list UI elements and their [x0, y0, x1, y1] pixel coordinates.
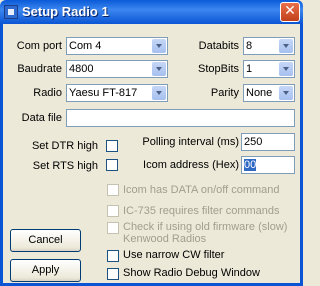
radio-select[interactable]: Yaesu FT-817	[66, 84, 168, 102]
radio-value: Yaesu FT-817	[69, 87, 138, 99]
com-port-value: Com 4	[69, 40, 102, 52]
dtr-label: Set DTR high	[31, 140, 98, 152]
icom-address-input[interactable]: 00	[241, 156, 295, 174]
com-port-label: Com port	[16, 40, 62, 52]
app-icon	[4, 5, 18, 19]
polling-interval-label: Polling interval (ms)	[142, 136, 239, 148]
databits-select[interactable]: 8	[243, 37, 295, 55]
parity-value: None	[246, 87, 273, 99]
baudrate-select[interactable]: 4800	[66, 60, 168, 78]
window-title: Setup Radio 1	[22, 4, 109, 19]
setup-radio-dialog: Setup Radio 1 ✕ Com port Com 4 Databits …	[0, 0, 303, 286]
chevron-down-icon[interactable]	[152, 86, 166, 100]
polling-interval-value: 250	[244, 136, 263, 148]
com-port-select[interactable]: Com 4	[66, 37, 168, 55]
polling-interval-input[interactable]: 250	[241, 133, 295, 151]
narrow-cw-label: Use narrow CW filter	[123, 249, 225, 261]
title-bar[interactable]: Setup Radio 1 ✕	[0, 0, 303, 24]
radio-label: Radio	[33, 87, 62, 99]
ic735-checkbox[interactable]	[107, 205, 119, 217]
cancel-button[interactable]: Cancel	[10, 229, 81, 252]
rts-checkbox[interactable]	[106, 159, 118, 171]
close-icon[interactable]: ✕	[280, 2, 300, 22]
icom-address-value: 00	[244, 159, 257, 171]
debug-window-checkbox[interactable]	[107, 268, 119, 280]
icom-address-label: Icom address (Hex)	[143, 159, 239, 171]
baudrate-label: Baudrate	[17, 63, 62, 75]
window-border-right	[300, 24, 303, 286]
chevron-down-icon[interactable]	[279, 86, 293, 100]
ic735-label: IC-735 requires filter commands	[123, 205, 280, 217]
stopbits-select[interactable]: 1	[243, 60, 295, 78]
baudrate-value: 4800	[69, 63, 94, 75]
debug-window-label: Show Radio Debug Window	[123, 267, 260, 279]
dtr-checkbox[interactable]	[106, 140, 118, 152]
stopbits-label: StopBits	[198, 63, 239, 75]
parity-select[interactable]: None	[243, 84, 295, 102]
icom-data-checkbox[interactable]	[107, 184, 119, 196]
chevron-down-icon[interactable]	[279, 62, 293, 76]
kenwood-firmware-label: Check if using old firmware (slow)	[123, 221, 288, 233]
rts-label: Set RTS high	[32, 160, 98, 172]
chevron-down-icon[interactable]	[152, 39, 166, 53]
chevron-down-icon[interactable]	[152, 62, 166, 76]
data-file-input[interactable]	[66, 109, 295, 127]
apply-button[interactable]: Apply	[10, 259, 81, 282]
kenwood-firmware-label-line2: Kenwood Radios	[123, 233, 207, 245]
icom-data-label: Icom has DATA on/off command	[123, 184, 280, 196]
window-border-left	[0, 24, 3, 286]
databits-value: 8	[246, 40, 253, 52]
chevron-down-icon[interactable]	[279, 39, 293, 53]
data-file-label: Data file	[21, 112, 62, 124]
parity-label: Parity	[210, 87, 239, 99]
databits-label: Databits	[198, 40, 239, 52]
narrow-cw-checkbox[interactable]	[107, 250, 119, 262]
kenwood-firmware-checkbox[interactable]	[107, 222, 119, 234]
stopbits-value: 1	[246, 63, 253, 75]
